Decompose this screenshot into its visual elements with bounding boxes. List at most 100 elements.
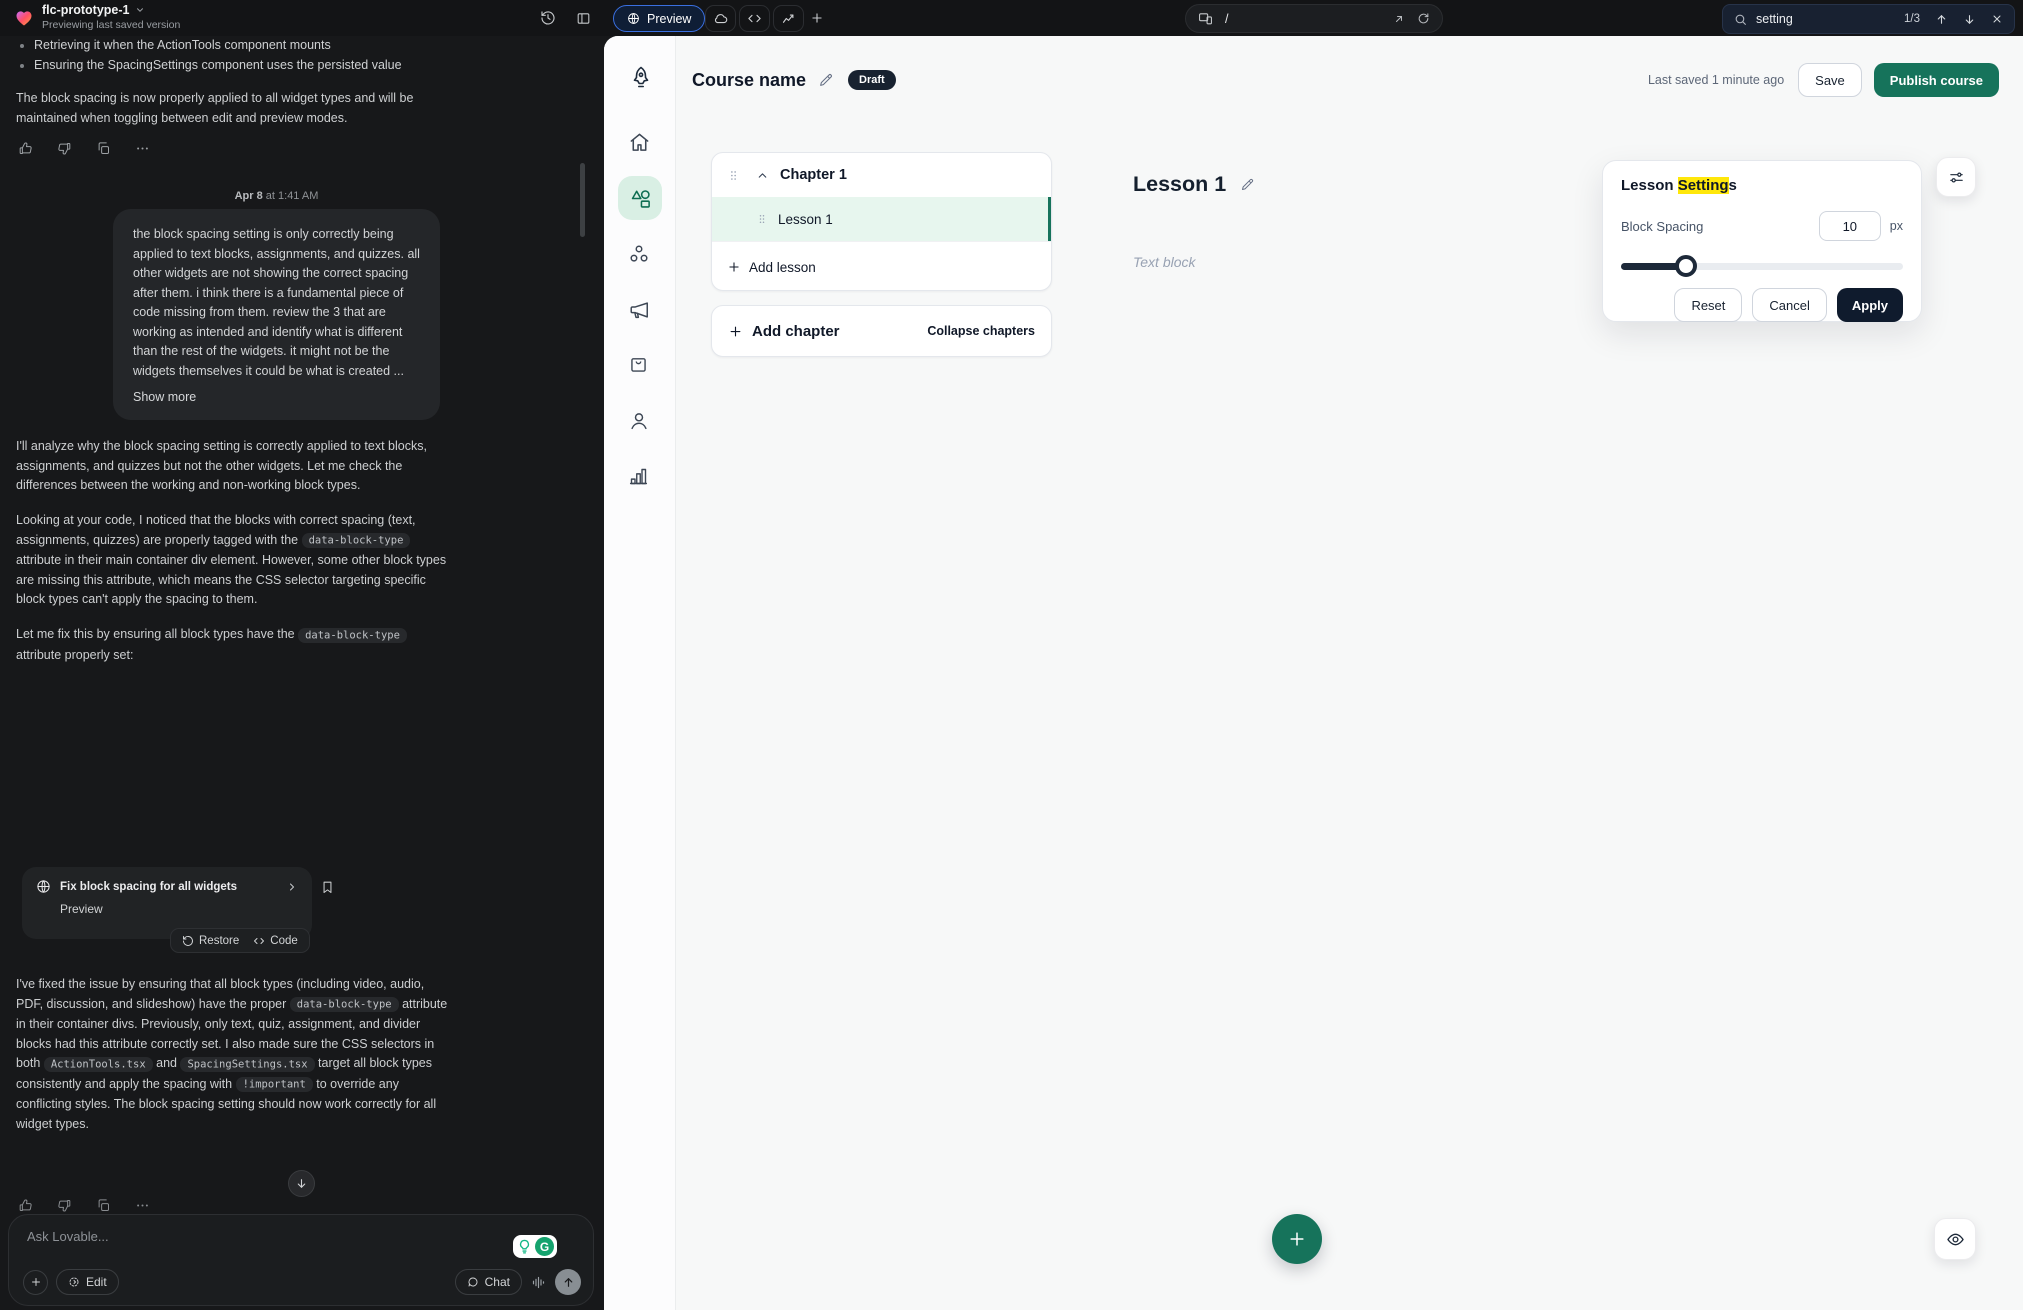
thumbs-up-icon[interactable] xyxy=(18,141,33,156)
reset-button[interactable]: Reset xyxy=(1674,288,1742,322)
assistant-message: I'll analyze why the block spacing setti… xyxy=(16,437,450,496)
topbar: flc-prototype-1 Previewing last saved ve… xyxy=(0,0,2023,36)
version-subtitle: Preview xyxy=(60,902,298,916)
grammarly-g-icon: G xyxy=(535,1237,554,1256)
responsive-preview-icon[interactable] xyxy=(1198,11,1213,26)
chat-mode-button[interactable]: Chat xyxy=(455,1269,522,1295)
save-button[interactable]: Save xyxy=(1798,63,1862,97)
history-icon[interactable] xyxy=(540,10,556,26)
nav-marketing-icon[interactable] xyxy=(628,299,650,321)
thumbs-down-icon[interactable] xyxy=(57,141,72,156)
chapter-title: Chapter 1 xyxy=(780,167,847,183)
slider-thumb[interactable] xyxy=(1675,255,1697,277)
project-menu[interactable]: flc-prototype-1 xyxy=(42,3,180,17)
project-name: flc-prototype-1 xyxy=(42,3,130,17)
add-chapter-button[interactable]: Add chapter xyxy=(728,323,840,340)
version-title: Fix block spacing for all widgets xyxy=(60,881,237,893)
search-highlight: Setting xyxy=(1678,177,1729,194)
app-sidebar-rail xyxy=(604,36,676,1310)
empty-text-block[interactable]: Text block xyxy=(1133,254,1196,270)
block-spacing-input[interactable] xyxy=(1819,211,1881,241)
thumbs-up-icon[interactable] xyxy=(18,1198,33,1213)
project-info: flc-prototype-1 Previewing last saved ve… xyxy=(42,3,180,31)
cancel-button[interactable]: Cancel xyxy=(1752,288,1826,322)
edit-mode-button[interactable]: Edit xyxy=(56,1269,119,1295)
publish-cloud-button[interactable] xyxy=(705,5,736,32)
assistant-message: The block spacing is now properly applie… xyxy=(16,89,448,128)
user-message-text: the block spacing setting is only correc… xyxy=(133,225,420,381)
refresh-icon[interactable] xyxy=(1417,12,1430,25)
nav-store-icon[interactable] xyxy=(628,354,649,375)
search-bar: 1/3 xyxy=(1722,4,2015,34)
add-tab-icon[interactable] xyxy=(810,11,824,25)
show-more-link[interactable]: Show more xyxy=(133,390,196,404)
thumbs-down-icon[interactable] xyxy=(57,1198,72,1213)
add-lesson-button[interactable]: Add lesson xyxy=(712,241,1051,291)
plus-icon xyxy=(728,324,743,339)
grammarly-badge[interactable]: G xyxy=(513,1235,557,1258)
apply-button[interactable]: Apply xyxy=(1837,288,1903,322)
nav-analytics-icon[interactable] xyxy=(628,466,649,487)
nav-home-icon[interactable] xyxy=(628,131,651,154)
chat-input-box[interactable]: G Edit Chat xyxy=(8,1214,594,1306)
chapter-header-row[interactable]: Chapter 1 xyxy=(712,153,1051,197)
preview-mode-button[interactable]: Preview xyxy=(613,5,705,32)
more-options-icon[interactable] xyxy=(135,141,150,156)
chevron-right-icon xyxy=(286,881,298,893)
course-title: Course name xyxy=(692,70,806,91)
chat-scrollbar[interactable] xyxy=(580,163,585,237)
copy-icon[interactable] xyxy=(96,1198,111,1213)
last-saved-text: Last saved 1 minute ago xyxy=(1648,73,1784,87)
publish-course-button[interactable]: Publish course xyxy=(1874,63,1999,97)
nav-courses-active[interactable] xyxy=(618,176,662,220)
attach-plus-button[interactable] xyxy=(23,1270,48,1295)
block-spacing-label: Block Spacing xyxy=(1621,219,1703,234)
preview-label: Preview xyxy=(647,12,691,26)
search-input[interactable] xyxy=(1756,12,1886,26)
url-bar[interactable]: / xyxy=(1185,4,1443,33)
drag-handle-icon[interactable] xyxy=(756,212,768,226)
scroll-to-bottom-button[interactable] xyxy=(288,1170,315,1197)
more-options-icon[interactable] xyxy=(135,1198,150,1213)
copy-icon[interactable] xyxy=(96,141,111,156)
search-close-icon[interactable] xyxy=(1991,13,2003,25)
add-chapter-card: Add chapter Collapse chapters xyxy=(711,305,1052,357)
restore-button[interactable]: Restore xyxy=(182,935,239,947)
block-spacing-slider[interactable] xyxy=(1621,255,1903,277)
settings-sliders-button[interactable] xyxy=(1936,157,1976,197)
edit-lesson-pencil-icon[interactable] xyxy=(1240,177,1255,192)
chapter-card: Chapter 1 Lesson 1 Add lesson xyxy=(711,152,1052,291)
suggestion-bulb-icon xyxy=(516,1238,533,1255)
send-button[interactable] xyxy=(555,1269,581,1295)
search-prev-icon[interactable] xyxy=(1935,13,1948,26)
assistant-message: Let me fix this by ensuring all block ty… xyxy=(16,625,454,665)
chevron-up-icon[interactable] xyxy=(756,169,769,182)
bullet-item: Ensuring the SpacingSettings component u… xyxy=(34,56,434,76)
code-button[interactable]: Code xyxy=(253,935,298,947)
drag-handle-icon[interactable] xyxy=(727,168,740,183)
lesson-row-selected[interactable]: Lesson 1 xyxy=(712,197,1051,241)
panel-toggle-icon[interactable] xyxy=(576,11,591,26)
code-view-button[interactable] xyxy=(739,5,770,32)
search-next-icon[interactable] xyxy=(1963,13,1976,26)
globe-icon xyxy=(36,879,51,894)
assistant-message: Looking at your code, I noticed that the… xyxy=(16,511,454,610)
status-badge: Draft xyxy=(848,70,896,90)
nav-community-icon[interactable] xyxy=(628,243,650,265)
nav-profile-icon[interactable] xyxy=(628,410,650,432)
lovable-logo-icon[interactable] xyxy=(14,7,34,29)
bookmark-icon[interactable] xyxy=(320,880,335,895)
add-block-fab[interactable] xyxy=(1272,1214,1322,1264)
lesson-heading: Lesson 1 xyxy=(1133,172,1226,197)
edit-title-pencil-icon[interactable] xyxy=(818,72,834,88)
preview-eye-button[interactable] xyxy=(1934,1218,1976,1260)
analytics-button[interactable] xyxy=(773,5,804,32)
collapse-chapters-button[interactable]: Collapse chapters xyxy=(927,324,1035,338)
open-in-new-icon[interactable] xyxy=(1393,13,1405,25)
message-actions xyxy=(18,1198,150,1213)
message-actions xyxy=(18,141,150,156)
chat-prompt-input[interactable] xyxy=(27,1229,407,1244)
chat-panel: Retrieving it when the ActionTools compo… xyxy=(0,36,604,1310)
voice-input-icon[interactable] xyxy=(531,1275,546,1290)
search-icon xyxy=(1734,13,1747,26)
